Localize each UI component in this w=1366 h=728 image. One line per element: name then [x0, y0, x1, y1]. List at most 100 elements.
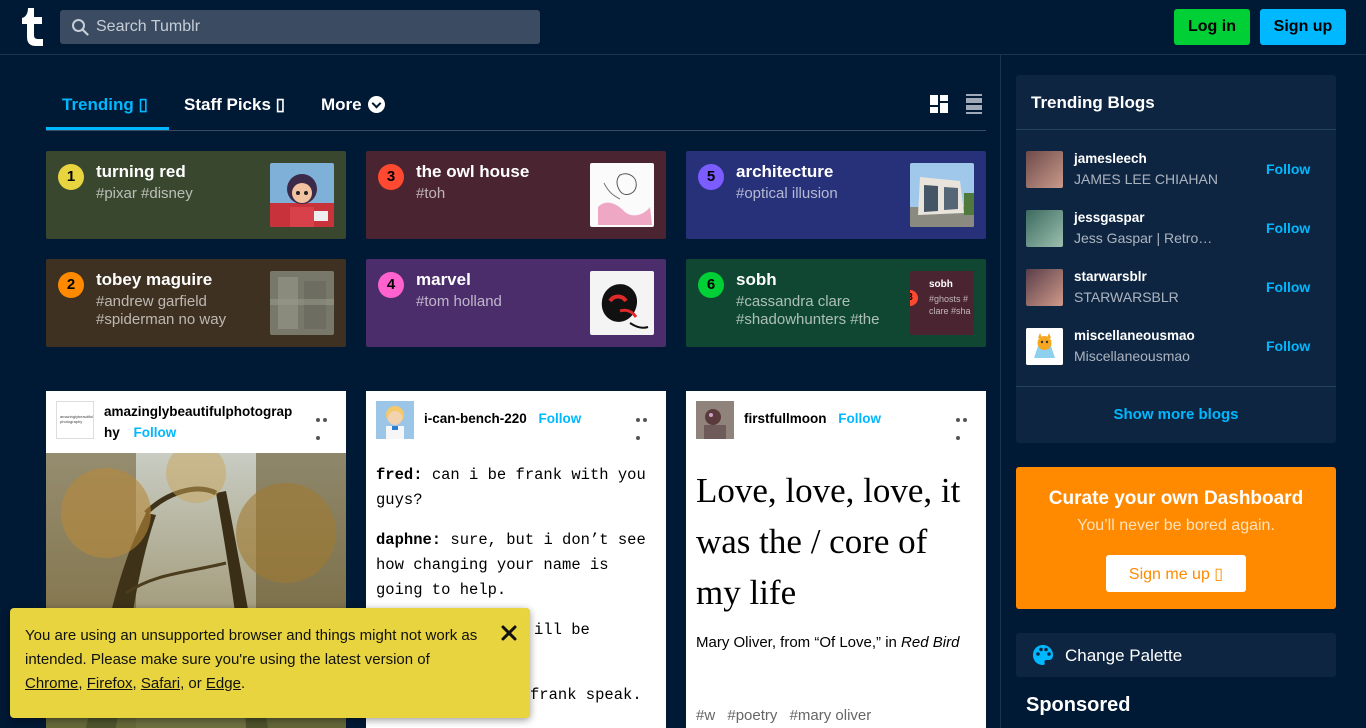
search-icon [72, 19, 89, 36]
promo-title: Curate your own Dashboard [1048, 488, 1304, 509]
thumb-title: sobh [929, 279, 953, 290]
trending-card-sobh[interactable]: 6 sobh #cassandra clare #shadowhunters #… [686, 259, 986, 347]
trending-card-the-owl-house[interactable]: 3 the owl house #toh [366, 151, 666, 239]
post-tag[interactable]: #w [696, 707, 715, 724]
trending-title: the owl house [416, 162, 530, 181]
trending-card-marvel[interactable]: 4 marvel #tom holland [366, 259, 666, 347]
blog-name[interactable]: firstfullmoon [744, 411, 827, 426]
search-bar[interactable] [60, 10, 540, 44]
post-firstfullmoon: firstfullmoon Follow Love, love, love, i… [686, 391, 986, 728]
avatar[interactable] [1026, 269, 1063, 306]
trending-thumbnail [270, 271, 334, 335]
more-options-icon[interactable] [636, 409, 656, 440]
firefox-link[interactable]: Firefox [87, 675, 133, 692]
tab-staff-picks-label: Staff Picks [184, 95, 271, 114]
post-tag[interactable]: #mary oliver [790, 707, 872, 724]
post-dialogue-line: daphne: sure, but i don’t see how changi… [376, 528, 661, 603]
sign-me-up-button[interactable]: Sign me up ▯ [1106, 555, 1246, 592]
trending-thumbnail [590, 271, 654, 335]
signup-button[interactable]: Sign up [1260, 9, 1346, 45]
follow-button[interactable]: Follow [1266, 279, 1310, 295]
edge-link[interactable]: Edge [206, 675, 241, 692]
trending-thumbnail: 3 sobh #ghosts # clare #sha [910, 271, 974, 335]
chrome-link[interactable]: Chrome [25, 675, 78, 692]
post-tag[interactable]: #poetry [727, 707, 777, 724]
login-button[interactable]: Log in [1174, 9, 1250, 45]
quote-source: Mary Oliver, from “Of Love,” in Red Bird [696, 631, 966, 655]
change-palette-button[interactable]: Change Palette [1016, 633, 1336, 677]
post-dialogue-line: fred: can i be frank with you guys? [376, 463, 661, 513]
list-view-icon[interactable] [966, 94, 982, 114]
promo-subtitle: You’ll never be bored again. [1077, 517, 1275, 534]
follow-button[interactable]: Follow [134, 425, 177, 440]
more-options-icon[interactable] [316, 409, 336, 440]
separator: . [240, 675, 246, 692]
more-options-icon[interactable] [956, 409, 976, 440]
quote-source-title: Red Bird [901, 634, 960, 651]
blog-title: JAMES LEE CHIAHAN [1074, 171, 1218, 187]
tab-trending[interactable]: Trending ▯ [62, 95, 148, 115]
trending-tags: #tom holland [416, 293, 502, 310]
change-palette-label: Change Palette [1065, 646, 1183, 665]
grid-view-icon[interactable] [930, 95, 948, 113]
follow-button[interactable]: Follow [1266, 220, 1310, 236]
trending-card-turning-red[interactable]: 1 turning red #pixar #disney [46, 151, 346, 239]
blog-name[interactable]: miscellaneousmao [1074, 328, 1195, 343]
trending-title: tobey maguire [96, 270, 213, 289]
blog-item-jessgaspar[interactable]: jessgaspar Jess Gaspar | Retro… Follow [1016, 210, 1336, 260]
palette-icon [1033, 645, 1053, 665]
tab-staff-picks[interactable]: Staff Picks ▯ [184, 95, 285, 115]
follow-button[interactable]: Follow [838, 411, 881, 426]
search-input[interactable] [96, 10, 526, 44]
tab-more-label: More [321, 95, 362, 114]
avatar[interactable] [1026, 328, 1063, 365]
avatar[interactable]: amazinglybeautiful photography [56, 401, 94, 439]
blog-name-continuation[interactable]: hy [104, 425, 120, 440]
trending-blogs-title: Trending Blogs [1031, 93, 1155, 112]
trending-rank: 6 [698, 272, 724, 298]
avatar[interactable] [376, 401, 414, 439]
trending-tags: #toh [416, 185, 446, 202]
avatar[interactable] [696, 401, 734, 439]
blog-title: Jess Gaspar | Retro… [1074, 230, 1213, 246]
close-icon[interactable] [500, 624, 518, 642]
avatar[interactable] [1026, 151, 1063, 188]
trending-card-architecture[interactable]: 5 architecture #optical illusion [686, 151, 986, 239]
blog-name[interactable]: amazinglybeautifulphotograp [104, 404, 292, 419]
trending-tags: #optical illusion [736, 185, 838, 202]
blog-item-starwarsblr[interactable]: starwarsblr STARWARSBLR Follow [1016, 269, 1336, 319]
blog-name[interactable]: jessgaspar [1074, 210, 1145, 225]
active-tab-indicator [46, 127, 169, 130]
blog-item-jamesleech[interactable]: jamesleech JAMES LEE CHIAHAN Follow [1016, 151, 1336, 201]
post-dialogue-line: frank speak. [530, 683, 642, 708]
blog-name[interactable]: starwarsblr [1074, 269, 1147, 284]
blog-name[interactable]: i-can-bench-220 [424, 411, 527, 426]
separator: , or [180, 675, 206, 692]
blog-name[interactable]: jamesleech [1074, 151, 1147, 166]
dialogue-speaker: fred: [376, 466, 423, 484]
trending-rank: 5 [698, 164, 724, 190]
trending-title: marvel [416, 270, 471, 289]
safari-link[interactable]: Safari [141, 675, 180, 692]
tab-more[interactable]: More [321, 95, 385, 115]
blog-item-miscellaneousmao[interactable]: miscellaneousmao Miscellaneousmao Follow [1016, 328, 1336, 378]
avatar[interactable] [1026, 210, 1063, 247]
separator: , [78, 675, 87, 692]
trending-rank: 4 [378, 272, 404, 298]
trending-card-tobey-maguire[interactable]: 2 tobey maguire #andrew garfield #spider… [46, 259, 346, 347]
tab-trending-label: Trending [62, 95, 134, 114]
separator: , [132, 675, 141, 692]
follow-button[interactable]: Follow [1266, 338, 1310, 354]
show-more-blogs-link[interactable]: Show more blogs [1016, 406, 1336, 423]
trending-tags-text: #cassandra clare #shadowhunters #the [736, 293, 880, 328]
follow-button[interactable]: Follow [1266, 161, 1310, 177]
trending-title: turning red [96, 162, 186, 181]
trending-title: sobh [736, 270, 777, 289]
follow-button[interactable]: Follow [539, 411, 582, 426]
quote-text: Love, love, love, it was the / core of m… [696, 471, 961, 612]
tumblr-logo-icon[interactable] [20, 8, 46, 46]
post-dialogue-line: ill be [534, 618, 590, 643]
blog-name-row: firstfullmoon Follow [744, 411, 881, 426]
warning-text: You are using an unsupported browser and… [25, 627, 478, 668]
trending-blogs-panel: Trending Blogs jamesleech JAMES LEE CHIA… [1016, 75, 1336, 443]
